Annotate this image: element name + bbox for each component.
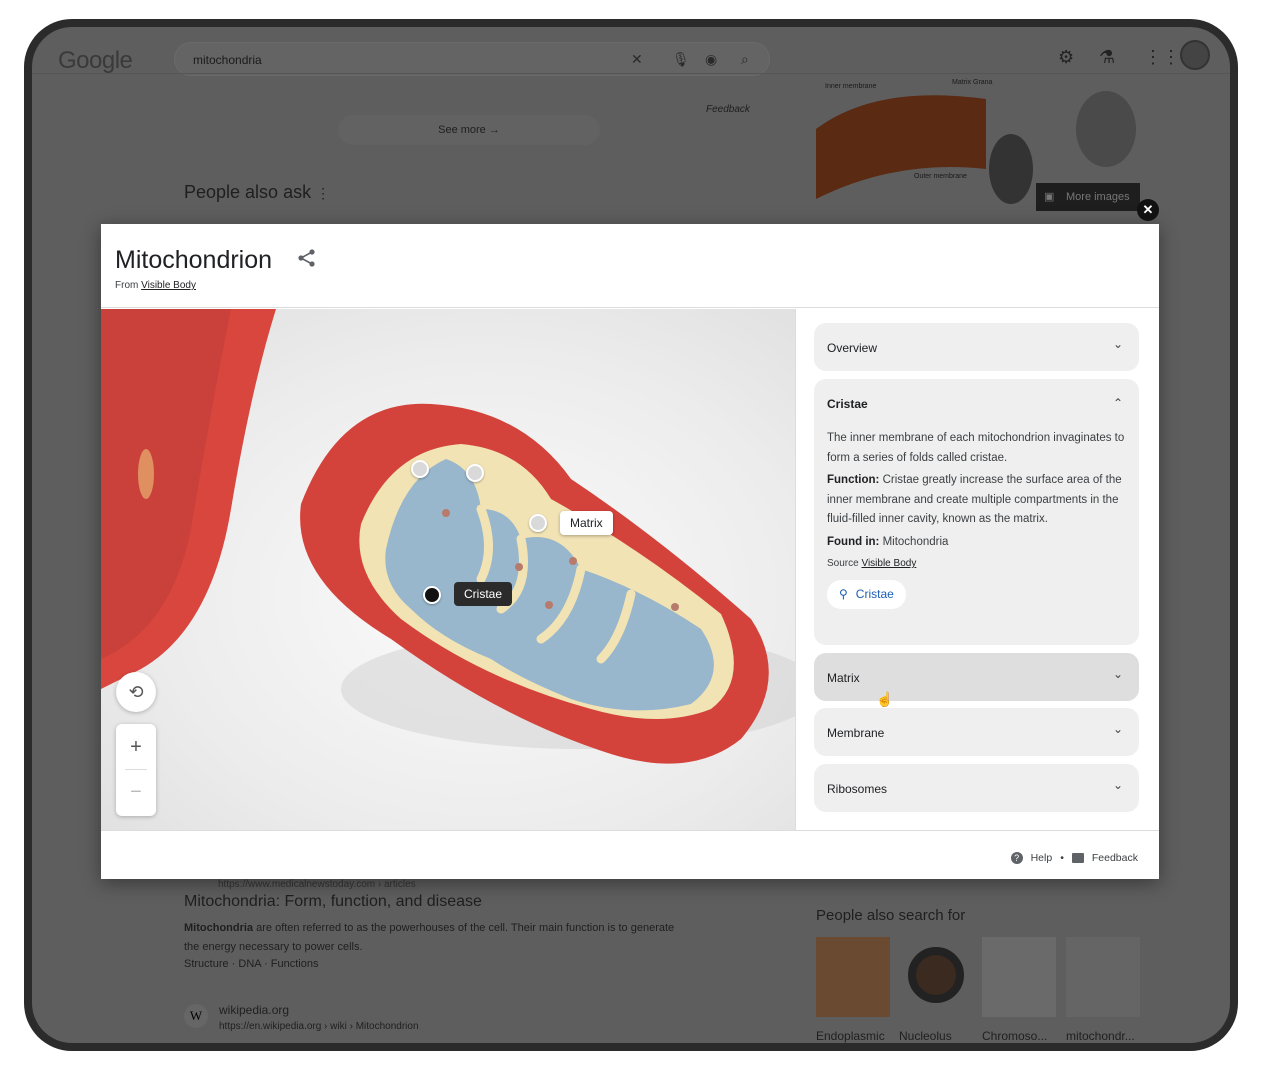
avatar[interactable] — [1180, 40, 1210, 70]
dialog-header: Mitochondrion From Visible Body — [101, 224, 1159, 308]
feedback-icon — [1071, 853, 1084, 863]
header-divider — [32, 73, 1230, 74]
accordion-matrix[interactable]: Matrix ⌄ ☝ — [814, 653, 1139, 707]
diagram-label-matrix-grana: Matrix Grana — [952, 79, 993, 86]
hotspot[interactable] — [466, 464, 484, 482]
separator: • — [1060, 852, 1064, 864]
accordion-cristae[interactable]: Cristae ⌃ The inner membrane of each mito… — [814, 379, 1139, 645]
close-modal-button[interactable]: ✕ — [1137, 199, 1159, 221]
hotspot[interactable] — [411, 460, 429, 478]
help-link[interactable]: Help — [1031, 852, 1053, 864]
accordion-label: Membrane — [827, 726, 885, 740]
search-icon: ⚲ — [839, 586, 848, 601]
google-logo[interactable]: Google — [58, 47, 133, 75]
see-more-button[interactable]: See more → — [338, 115, 600, 145]
dialog-title: Mitochondrion — [115, 246, 273, 274]
zoom-in-button[interactable]: + — [125, 724, 147, 770]
more-images-button[interactable]: ▣ More images — [1036, 183, 1140, 211]
mitochondrion-model[interactable] — [101, 309, 795, 830]
image-icon: ▣ — [1044, 191, 1055, 203]
search-input[interactable]: mitochondria — [193, 53, 262, 67]
3d-model-viewer[interactable]: Matrix Cristae ⟲ + − — [101, 309, 795, 830]
source-link[interactable]: Visible Body — [861, 558, 916, 569]
search-icon[interactable]: ⌕ — [741, 51, 749, 68]
cristae-hotspot-selected[interactable] — [423, 586, 441, 604]
mic-icon[interactable]: 🎙 — [672, 51, 690, 68]
result-url[interactable]: https://www.medicalnewstoday.com › artic… — [218, 879, 416, 890]
chevron-down-icon: ⌄ — [1112, 337, 1123, 351]
function-text: Function: Cristae greatly increase the s… — [827, 474, 1122, 525]
accordion-label: Matrix — [827, 671, 860, 685]
chevron-down-icon: ⌄ — [1112, 667, 1123, 681]
dialog-footer: ? Help • Feedback — [101, 830, 1159, 879]
source-text: Source Visible Body — [827, 558, 917, 569]
cristae-description: The inner membrane of each mitochondrion… — [827, 429, 1127, 609]
nucleolus-thumb[interactable] — [908, 947, 964, 1003]
accordion-overview[interactable]: Overview ⌄ — [814, 323, 1139, 371]
result-title[interactable]: Mitochondria: Form, function, and diseas… — [184, 893, 482, 911]
share-icon[interactable] — [297, 248, 317, 274]
people-also-ask-heading: People also ask ⋮ — [184, 182, 331, 202]
search-cristae-chip[interactable]: ⚲ Cristae — [827, 579, 906, 609]
help-icon: ? — [1010, 852, 1023, 864]
accordion-ribosomes[interactable]: Ribosomes ⌄ — [814, 764, 1139, 812]
people-also-search-list: Endoplasmic Nucleolus Chromoso... mitoch… — [816, 937, 1146, 1043]
item-label[interactable]: Endoplasmic — [816, 1029, 885, 1043]
accordion-label: Cristae — [827, 397, 868, 411]
apps-icon[interactable]: ⋮⋮ — [1144, 47, 1180, 68]
wiki-url[interactable]: https://en.wikipedia.org › wiki › Mitoch… — [219, 1021, 419, 1032]
more-options-icon[interactable]: ⋮ — [316, 185, 330, 201]
labs-icon[interactable]: ⚗ — [1099, 47, 1115, 68]
chevron-up-icon[interactable]: ⌃ — [1113, 396, 1123, 410]
feedback-link[interactable]: Feedback — [706, 104, 750, 115]
accordion-label: Ribosomes — [827, 782, 888, 796]
chromosome-thumb[interactable] — [982, 937, 1056, 1017]
source-attribution: From Visible Body — [115, 280, 196, 291]
settings-icon[interactable]: ⚙ — [1058, 47, 1074, 68]
see-more-label: See more — [438, 124, 486, 136]
accordion-label: Overview — [827, 341, 878, 355]
item-label[interactable]: Nucleolus — [899, 1029, 952, 1043]
accordion-membrane[interactable]: Membrane ⌄ — [814, 708, 1139, 756]
clear-icon[interactable]: ✕ — [631, 51, 643, 68]
mitochondria-thumb[interactable] — [1066, 937, 1140, 1017]
item-label[interactable]: mitochondr... — [1066, 1029, 1135, 1043]
lens-icon[interactable]: ◉ — [705, 51, 717, 68]
wikipedia-icon: W — [184, 1004, 208, 1028]
result-snippet: Mitochondria are often referred to as th… — [184, 922, 675, 953]
matrix-hotspot[interactable] — [529, 514, 547, 532]
people-also-search-heading: People also search for — [816, 907, 966, 924]
wiki-site[interactable]: wikipedia.org — [219, 1003, 289, 1017]
item-label[interactable]: Chromoso... — [982, 1029, 1047, 1043]
zoom-out-button[interactable]: − — [116, 770, 156, 816]
reset-rotation-button[interactable]: ⟲ — [116, 672, 156, 712]
matrix-label[interactable]: Matrix — [560, 511, 613, 535]
search-box[interactable]: mitochondria ✕ 🎙 ◉ ⌕ — [174, 42, 770, 76]
hand-cursor-icon: ☝ — [876, 691, 894, 707]
zoom-controls: + − — [116, 724, 156, 816]
info-panel: Overview ⌄ Cristae ⌃ The inner membrane of… — [795, 309, 1159, 830]
diagram-label-outer-membrane: Outer membrane — [914, 173, 967, 180]
chevron-down-icon: ⌄ — [1112, 778, 1123, 792]
description-text: The inner membrane of each mitochondrion… — [827, 432, 1125, 464]
3d-model-dialog: Mitochondrion From Visible Body Matrix C… — [101, 224, 1159, 879]
found-in-text: Found in: Mitochondria — [827, 535, 949, 548]
cristae-label[interactable]: Cristae — [454, 582, 513, 606]
source-link[interactable]: Visible Body — [141, 280, 196, 291]
diagram-label-inner-membrane: Inner membrane — [825, 83, 877, 90]
result-sitelinks[interactable]: Structure · DNA · Functions — [184, 958, 319, 970]
chevron-down-icon: ⌄ — [1112, 722, 1123, 736]
endoplasmic-thumb[interactable] — [816, 937, 890, 1017]
feedback-link[interactable]: Feedback — [1092, 852, 1138, 864]
